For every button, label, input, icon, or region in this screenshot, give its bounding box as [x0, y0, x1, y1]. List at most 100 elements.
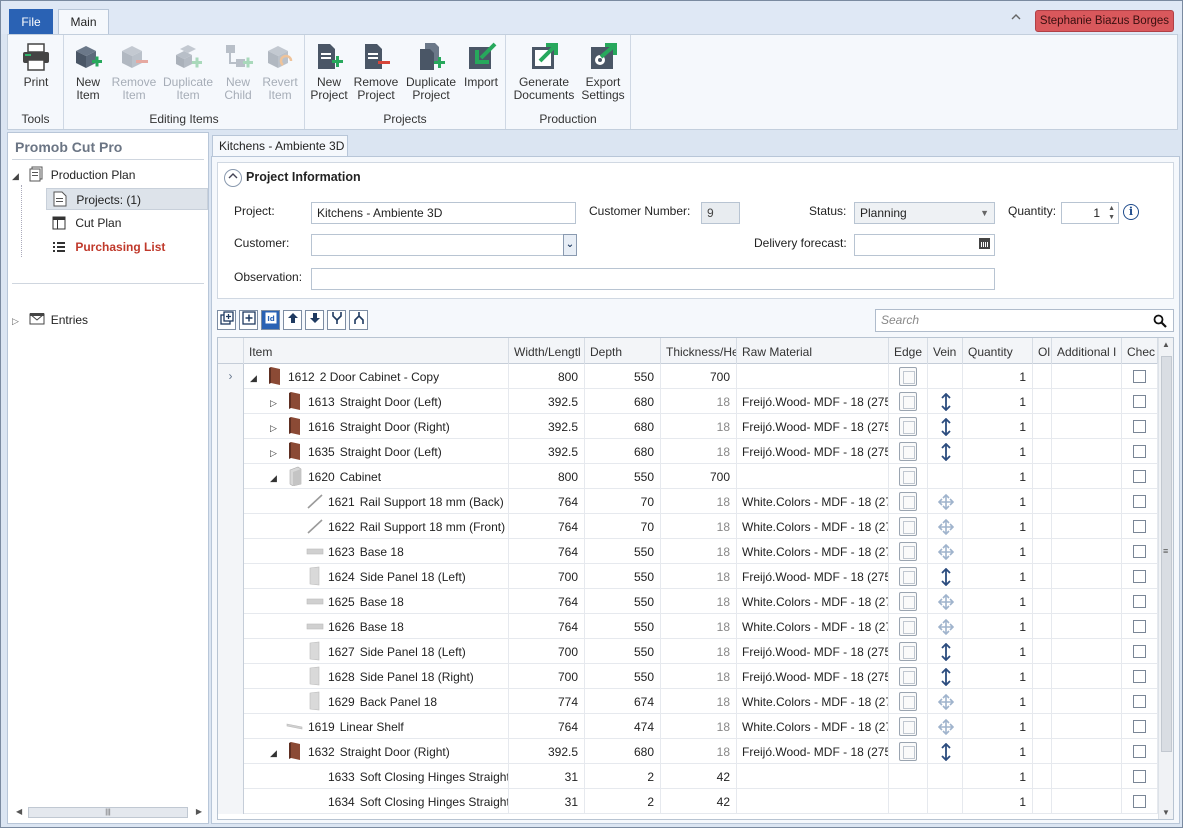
cell-edge[interactable]	[889, 564, 928, 589]
cell-raw-material[interactable]: Freijó.Wood- MDF - 18 (275	[737, 739, 889, 764]
cell-ol[interactable]	[1033, 364, 1052, 389]
collapsed-arrow-icon[interactable]: ▷	[270, 415, 286, 439]
cell-quantity[interactable]: 1	[963, 689, 1033, 714]
table-row[interactable]: 1634 Soft Closing Hinges Straight 31 2 42 1	[218, 789, 1158, 814]
search-input[interactable]: Search	[875, 309, 1174, 332]
cell-ol[interactable]	[1033, 514, 1052, 539]
print-button[interactable]: Print	[16, 41, 56, 89]
cell-edge[interactable]	[889, 739, 928, 764]
cell-quantity[interactable]: 1	[963, 589, 1033, 614]
cell-quantity[interactable]: 1	[963, 464, 1033, 489]
cell-additional[interactable]	[1052, 739, 1122, 764]
stepper-arrows-icon[interactable]: ▲ ▼	[1108, 204, 1115, 222]
search-icon[interactable]	[1153, 314, 1167, 328]
row-header[interactable]	[218, 514, 244, 539]
row-header[interactable]	[218, 589, 244, 614]
project-name-input[interactable]: Kitchens - Ambiente 3D	[311, 202, 576, 224]
collapsed-arrow-icon[interactable]: ▷	[270, 440, 286, 464]
edge-icon[interactable]	[899, 742, 917, 761]
cell-thickness[interactable]: 18	[661, 564, 737, 589]
edge-icon[interactable]	[899, 567, 917, 586]
column-header-qty[interactable]: Quantity	[963, 338, 1033, 364]
cell-ol[interactable]	[1033, 464, 1052, 489]
cell-depth[interactable]: 550	[585, 464, 661, 489]
column-header-check[interactable]: Chec	[1122, 338, 1158, 364]
edge-icon[interactable]	[899, 417, 917, 436]
new-item-button[interactable]: New Item	[68, 41, 108, 102]
move-down-button[interactable]	[305, 310, 324, 330]
row-header[interactable]	[218, 414, 244, 439]
table-row[interactable]: 1633 Soft Closing Hinges Straight 31 2 42 1	[218, 764, 1158, 789]
row-header[interactable]	[218, 739, 244, 764]
cell-quantity[interactable]: 1	[963, 414, 1033, 439]
cell-ol[interactable]	[1033, 614, 1052, 639]
cell-item[interactable]: 1626 Base 18	[244, 614, 509, 639]
cell-raw-material[interactable]: Freijó.Wood- MDF - 18 (275	[737, 664, 889, 689]
cell-raw-material[interactable]: White.Colors - MDF - 18 (27	[737, 714, 889, 739]
cell-raw-material[interactable]: White.Colors - MDF - 18 (27	[737, 589, 889, 614]
vertical-vein-icon[interactable]	[938, 443, 954, 461]
cell-thickness[interactable]: 18	[661, 589, 737, 614]
cell-depth[interactable]: 474	[585, 714, 661, 739]
cell-vein[interactable]	[928, 414, 963, 439]
table-row[interactable]: ◢ 1632 Straight Door (Right) 392.5 680 18 Frei…	[218, 739, 1158, 764]
cross-vein-icon[interactable]	[938, 593, 954, 611]
row-checkbox[interactable]	[1133, 545, 1146, 558]
info-icon[interactable]: i	[1123, 204, 1139, 220]
cell-edge[interactable]	[889, 614, 928, 639]
cell-ol[interactable]	[1033, 739, 1052, 764]
cell-check[interactable]	[1122, 664, 1158, 689]
cell-item[interactable]: 1633 Soft Closing Hinges Straight	[244, 764, 509, 789]
cell-depth[interactable]: 674	[585, 689, 661, 714]
expand-all-button[interactable]	[239, 310, 258, 330]
cell-item[interactable]: ▷ 1613 Straight Door (Left)	[244, 389, 509, 414]
cell-edge[interactable]	[889, 664, 928, 689]
cell-check[interactable]	[1122, 739, 1158, 764]
cross-vein-icon[interactable]	[938, 693, 954, 711]
cell-quantity[interactable]: 1	[963, 564, 1033, 589]
cell-thickness[interactable]: 700	[661, 464, 737, 489]
cell-additional[interactable]	[1052, 589, 1122, 614]
table-row[interactable]: 1626 Base 18 764 550 18 White.Colors - MDF - …	[218, 614, 1158, 639]
cell-vein[interactable]	[928, 764, 963, 789]
cell-edge[interactable]	[889, 639, 928, 664]
edge-icon[interactable]	[899, 617, 917, 636]
cell-additional[interactable]	[1052, 389, 1122, 414]
cell-item[interactable]: 1619 Linear Shelf	[244, 714, 509, 739]
table-row[interactable]: ◢ 1620 Cabinet 800 550 700 1	[218, 464, 1158, 489]
cell-vein[interactable]	[928, 789, 963, 814]
vertical-vein-icon[interactable]	[938, 568, 954, 586]
cell-check[interactable]	[1122, 614, 1158, 639]
cell-thickness[interactable]: 18	[661, 439, 737, 464]
row-checkbox[interactable]	[1133, 445, 1146, 458]
edge-icon[interactable]	[899, 542, 917, 561]
cell-vein[interactable]	[928, 664, 963, 689]
cell-ol[interactable]	[1033, 664, 1052, 689]
column-header-thick[interactable]: Thickness/He	[661, 338, 737, 364]
cell-check[interactable]	[1122, 689, 1158, 714]
cell-raw-material[interactable]: Freijó.Wood- MDF - 18 (275	[737, 564, 889, 589]
cell-item[interactable]: ◢ 1632 Straight Door (Right)	[244, 739, 509, 764]
cell-additional[interactable]	[1052, 689, 1122, 714]
tree-item-cut-plan[interactable]: Cut Plan	[52, 212, 121, 234]
cell-depth[interactable]: 2	[585, 789, 661, 814]
cell-vein[interactable]	[928, 364, 963, 389]
cell-ol[interactable]	[1033, 639, 1052, 664]
cell-check[interactable]	[1122, 539, 1158, 564]
cell-quantity[interactable]: 1	[963, 639, 1033, 664]
user-account-button[interactable]: Stephanie Biazus Borges	[1035, 10, 1174, 32]
row-checkbox[interactable]	[1133, 420, 1146, 433]
quantity-stepper[interactable]: 1 ▲ ▼	[1061, 202, 1119, 224]
cell-quantity[interactable]: 1	[963, 389, 1033, 414]
cell-thickness[interactable]: 18	[661, 414, 737, 439]
cell-quantity[interactable]: 1	[963, 614, 1033, 639]
cell-vein[interactable]	[928, 514, 963, 539]
table-row[interactable]: 1627 Side Panel 18 (Left) 700 550 18 Freijó.W…	[218, 639, 1158, 664]
row-header[interactable]	[218, 439, 244, 464]
scrollbar-thumb[interactable]: ≡	[1161, 356, 1172, 752]
cell-depth[interactable]: 2	[585, 764, 661, 789]
cell-item[interactable]: ◢ 1620 Cabinet	[244, 464, 509, 489]
cell-quantity[interactable]: 1	[963, 714, 1033, 739]
import-button[interactable]: Import	[461, 41, 501, 89]
cell-item[interactable]: ▷ 1616 Straight Door (Right)	[244, 414, 509, 439]
